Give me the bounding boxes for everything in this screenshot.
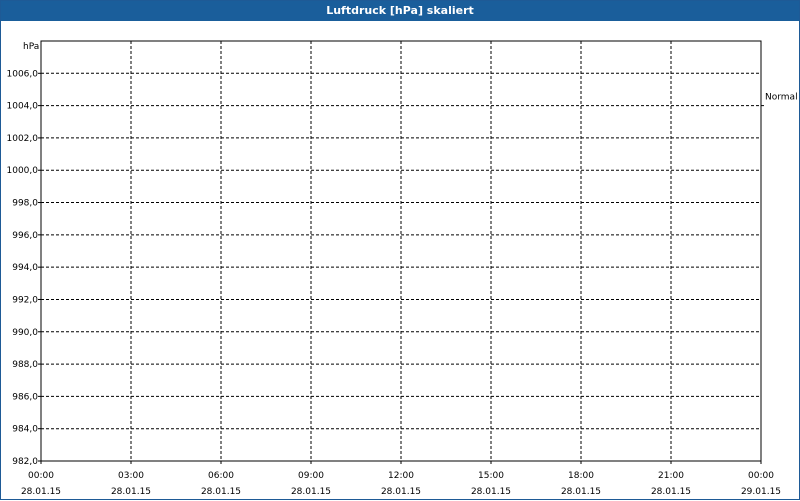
x-tick-date-label: 28.01.15 xyxy=(201,487,241,497)
x-tick-time-label: 09:00 xyxy=(298,471,324,481)
y-tick-label: 996,0 xyxy=(12,231,38,241)
x-tick-date-label: 28.01.15 xyxy=(381,487,421,497)
chart-window: Luftdruck [hPa] skaliert hPa 982,0 984,0 9… xyxy=(0,0,800,500)
y-axis-unit-label: hPa xyxy=(23,42,39,52)
y-tick-label: 1004,0 xyxy=(7,102,39,112)
reference-lines: Normal xyxy=(761,93,798,107)
y-tick-label: 998,0 xyxy=(12,199,38,209)
y-tick-label: 994,0 xyxy=(12,263,38,273)
x-axis: 00:00 28.01.15 03:00 28.01.15 06:00 28.01.15 0… xyxy=(21,461,781,497)
y-tick-label: 988,0 xyxy=(12,360,38,370)
x-tick-date-label: 28.01.15 xyxy=(561,487,601,497)
x-tick-time-label: 00:00 xyxy=(28,471,54,481)
x-tick-date-label: 28.01.15 xyxy=(471,487,511,497)
y-tick-label: 990,0 xyxy=(12,328,38,338)
x-tick-time-label: 06:00 xyxy=(208,471,234,481)
chart-area: hPa 982,0984,0986,0988,0990,0992,0994,09… xyxy=(7,40,798,497)
x-tick-date-label: 28.01.15 xyxy=(111,487,151,497)
y-tick-label: 1000,0 xyxy=(7,166,39,176)
reference-line-label: Normal xyxy=(765,93,798,103)
x-tick-date-label: 28.01.15 xyxy=(651,487,691,497)
x-tick-time-label: 21:00 xyxy=(658,471,684,481)
x-tick-date-label: 28.01.15 xyxy=(291,487,331,497)
x-tick-date-label: 28.01.15 xyxy=(21,487,61,497)
y-tick-label: 992,0 xyxy=(12,295,38,305)
x-tick-time-label: 03:00 xyxy=(118,471,144,481)
x-tick-date-label: 29.01.15 xyxy=(741,487,781,497)
y-axis: 982,0 984,0 986,0 988,0 990,0 992,0 994,0 996,0… xyxy=(7,69,41,467)
x-tick-time-label: 12:00 xyxy=(388,471,414,481)
x-tick-time-label: 15:00 xyxy=(478,471,504,481)
y-tick-label: 984,0 xyxy=(12,425,38,435)
y-tick-label: 986,0 xyxy=(12,392,38,402)
y-tick-label: 1006,0 xyxy=(7,69,39,79)
x-tick-time-label: 18:00 xyxy=(568,471,594,481)
y-tick-label: 982,0 xyxy=(12,457,38,467)
x-tick-time-label: 00:00 xyxy=(748,471,774,481)
y-tick-label: 1002,0 xyxy=(7,134,39,144)
